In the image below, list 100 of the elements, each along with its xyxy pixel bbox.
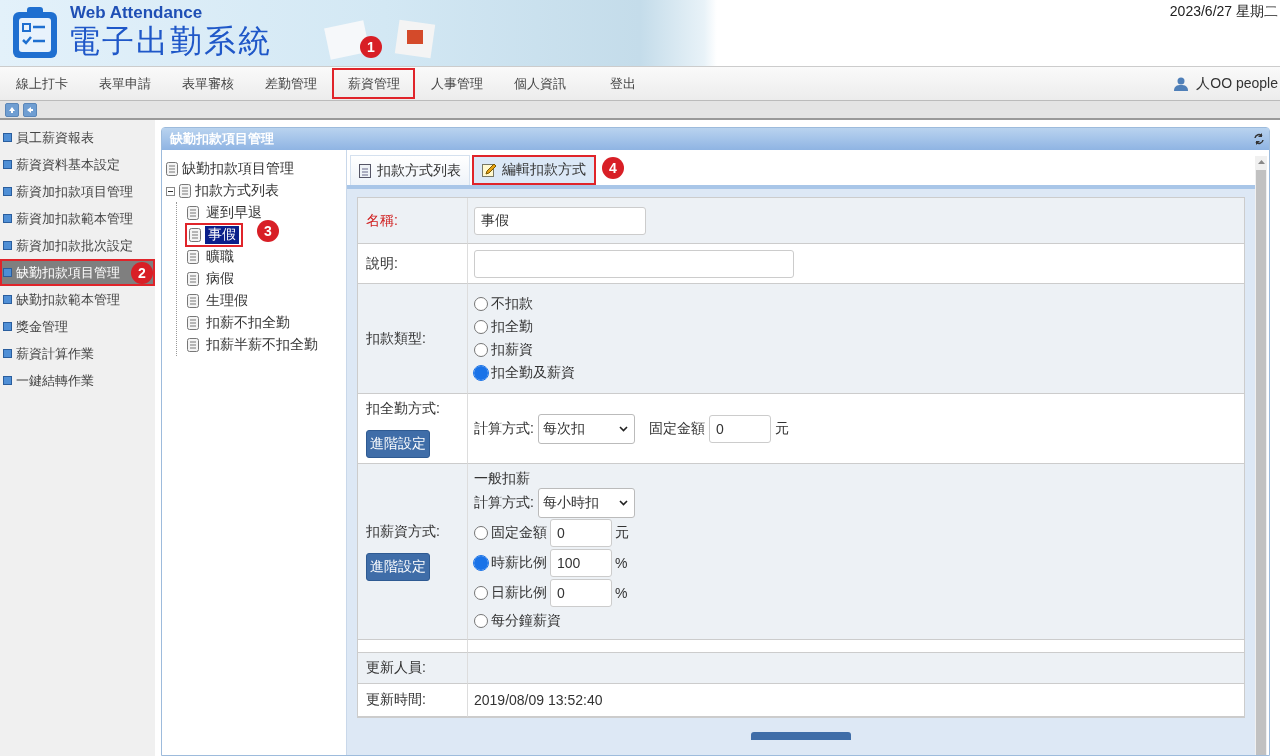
radio-button[interactable] [474, 585, 488, 600]
sidebar-item[interactable]: 薪資加扣款批次設定 [0, 232, 155, 259]
panel-title: 缺勤扣款項目管理 [170, 130, 274, 148]
field-label: 名稱: [366, 211, 399, 230]
radio-label: 日薪比例 [491, 583, 547, 602]
bullet-icon [3, 376, 12, 385]
tree-item[interactable]: 扣薪半薪不扣全勤 [203, 336, 321, 354]
app-title: 電子出勤系統 [68, 22, 272, 60]
chevron-down-icon [618, 425, 628, 432]
tree-item[interactable]: 事假 [205, 226, 239, 244]
document-icon [179, 184, 191, 198]
radio-label: 時薪比例 [491, 553, 547, 572]
nav-item[interactable]: 個人資訊 [498, 68, 581, 99]
nav-item[interactable]: 表單申請 [83, 68, 166, 99]
bullet-icon [3, 214, 12, 223]
sidebar-item-label: 薪資資料基本設定 [16, 155, 120, 174]
radio-label: 扣全勤及薪資 [491, 364, 575, 382]
tab[interactable]: 扣款方式列表 [350, 155, 470, 185]
field-label: 扣全勤方式: [366, 399, 441, 418]
field-label: 扣薪資方式: [366, 522, 441, 541]
nav-item[interactable]: 登出 [581, 68, 664, 99]
section-heading: 一般扣薪 [474, 469, 531, 488]
chevron-down-icon [618, 499, 628, 506]
sidebar-item[interactable]: 一鍵結轉作業 [0, 367, 155, 394]
nav-item[interactable]: 表單審核 [166, 68, 249, 99]
field-label: 說明: [366, 254, 399, 273]
sidebar-item[interactable]: 缺勤扣款範本管理 [0, 286, 155, 313]
nav-item[interactable]: 薪資管理 [332, 68, 415, 99]
radio-label: 扣全勤 [491, 318, 533, 336]
select-field[interactable]: 每小時扣 [537, 487, 635, 518]
sidebar-item[interactable]: 薪資資料基本設定 [0, 151, 155, 178]
scrollbar[interactable] [1255, 156, 1267, 755]
bullet-icon [3, 133, 12, 142]
callout-badge: 3 [257, 220, 279, 242]
input-field[interactable]: 100 [550, 548, 612, 577]
radio-label: 扣薪資 [491, 341, 533, 359]
sidebar-item-label: 薪資加扣款項目管理 [16, 182, 133, 201]
sidebar-item[interactable]: 薪資計算作業 [0, 340, 155, 367]
document-icon [187, 294, 199, 308]
callout-badge: 2 [131, 261, 153, 284]
clipboard-icon [10, 4, 60, 60]
input-field[interactable]: 0 [550, 578, 612, 607]
document-icon [187, 338, 199, 352]
clipboard-icon [359, 163, 371, 178]
sidebar-item[interactable]: 員工薪資報表 [0, 124, 155, 151]
radio-label: 固定金額 [491, 523, 547, 542]
sidebar-item[interactable]: 薪資加扣款範本管理 [0, 205, 155, 232]
bullet-icon [3, 268, 12, 277]
collapse-button[interactable] [5, 102, 19, 117]
user-icon [1174, 76, 1189, 91]
nav-item[interactable]: 差勤管理 [249, 68, 332, 99]
nav-item[interactable]: 人事管理 [415, 68, 498, 99]
refresh-icon[interactable] [1253, 133, 1265, 145]
collapse-icon[interactable] [166, 186, 175, 196]
document-icon [187, 250, 199, 264]
input-field[interactable]: 0 [708, 414, 771, 443]
left-arrow-icon [26, 105, 34, 114]
tree-node[interactable]: 扣款方式列表 [195, 182, 279, 200]
advanced-settings-button[interactable]: 進階設定 [366, 552, 430, 581]
tree-item[interactable]: 遲到早退 [203, 204, 265, 222]
sidebar-item[interactable]: 缺勤扣款項目管理 2 [0, 259, 155, 286]
user-name: 人OO people [1174, 74, 1280, 93]
bullet-icon [3, 241, 12, 250]
sidebar-item-label: 獎金管理 [16, 317, 68, 336]
bullet-icon [3, 349, 12, 358]
tree-item[interactable]: 生理假 [203, 292, 251, 310]
tab[interactable]: 編輯扣款方式 [472, 155, 596, 185]
tree-root[interactable]: 缺勤扣款項目管理 [182, 160, 294, 178]
radio-button[interactable] [474, 525, 488, 540]
app-subtitle: Web Attendance [69, 4, 204, 22]
unit-label: 元 [615, 523, 629, 542]
document-icon [187, 272, 199, 286]
radio-button[interactable] [474, 320, 488, 334]
radio-button[interactable] [474, 613, 488, 628]
sidebar-item-label: 一鍵結轉作業 [16, 371, 94, 390]
input-field[interactable]: 事假 [474, 206, 646, 235]
up-arrow-icon [8, 105, 16, 114]
nav-item[interactable]: 線上打卡 [0, 68, 83, 99]
document-icon [187, 316, 199, 330]
radio-button[interactable] [474, 555, 488, 570]
tree-item[interactable]: 病假 [203, 270, 237, 288]
advanced-settings-button[interactable]: 進階設定 [366, 429, 430, 458]
callout-badge: 1 [360, 36, 382, 58]
sidebar-item[interactable]: 薪資加扣款項目管理 [0, 178, 155, 205]
tree-item[interactable]: 曠職 [203, 248, 237, 266]
input-field[interactable]: 0 [550, 518, 612, 547]
back-button[interactable] [23, 102, 37, 117]
bullet-icon [3, 295, 12, 304]
tree-item[interactable]: 扣薪不扣全勤 [203, 314, 293, 332]
unit-label: % [615, 584, 628, 601]
sidebar-item[interactable]: 獎金管理 [0, 313, 155, 340]
radio-button[interactable] [474, 343, 488, 357]
bullet-icon [3, 322, 12, 331]
sidebar-item-label: 薪資加扣款批次設定 [16, 236, 133, 255]
select-field[interactable]: 每次扣 [537, 413, 635, 444]
radio-label: 不扣款 [491, 295, 533, 313]
radio-button[interactable] [474, 366, 488, 380]
radio-button[interactable] [474, 297, 488, 311]
pencil-icon [482, 163, 496, 177]
input-field[interactable] [474, 249, 794, 278]
